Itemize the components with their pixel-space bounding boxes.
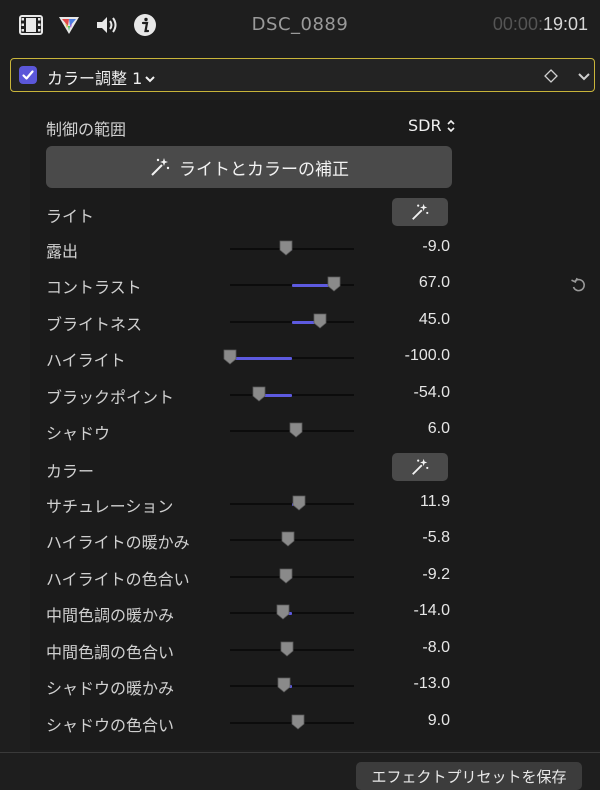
slider-handle[interactable] [313,313,327,329]
parameter-label: ハイライトの色合い [46,570,190,589]
reset-arrow-icon[interactable] [570,277,586,297]
save-effect-preset-button[interactable]: エフェクトプリセットを保存 [356,762,582,790]
parameter-value[interactable]: 67.0 [419,274,450,292]
color-wheel-icon[interactable] [56,12,82,38]
slider-handle[interactable] [252,386,266,402]
parameter-value[interactable]: 9.0 [428,712,450,730]
slider-handle[interactable] [327,276,341,292]
chevron-down-icon [144,69,156,88]
slider-handle[interactable] [281,531,295,547]
slider-track[interactable] [230,394,354,396]
parameter-label: ハイライトの暖かみ [46,533,190,552]
parameter-label: サチュレーション [46,497,174,516]
auto-light-button[interactable] [392,198,448,226]
timecode-value: 19:01 [542,14,588,34]
parameter-label: 中間色調の色合い [46,643,175,662]
parameter-label: ハイライト [46,351,126,370]
parameter-label: シャドウ [46,424,111,443]
parameter-label: 露出 [46,242,79,261]
range-popup[interactable]: SDR [408,116,456,135]
parameter-label: ブラックポイント [46,388,175,407]
info-icon[interactable] [132,12,158,38]
auto-color-button[interactable] [392,453,448,481]
parameter-value[interactable]: -9.0 [422,238,450,256]
magic-wand-icon [412,458,429,475]
toolbar-icons [18,12,158,38]
parameter-value[interactable]: -5.8 [422,529,450,547]
range-label: 制御の範囲 [46,120,127,139]
magic-wand-icon [412,203,429,220]
parameter-label: 中間色調の暖かみ [46,606,175,625]
effect-name: カラー調整 1 [47,69,143,88]
parameter-value[interactable]: -14.0 [414,602,450,620]
slider-handle[interactable] [292,495,306,511]
parameter-label: シャドウの暖かみ [46,679,175,698]
effect-enable-checkbox[interactable] [19,66,37,84]
slider-handle[interactable] [280,641,294,657]
parameter-value[interactable]: 6.0 [428,420,450,438]
auto-correct-label: ライトとカラーの補正 [179,159,349,180]
parameter-value[interactable]: 45.0 [419,311,450,329]
auto-correct-button[interactable]: ライトとカラーの補正 [46,146,452,188]
timecode-leading: 00:00: [492,14,543,34]
slider-track[interactable] [230,612,354,614]
parameter-label: シャドウの色合い [46,716,175,735]
parameter-value[interactable]: 11.9 [420,493,450,511]
effect-header[interactable]: カラー調整 1 [10,58,595,92]
section-color-label: カラー [46,462,95,481]
collapse-chevron-icon[interactable] [577,68,591,87]
slider-handle[interactable] [279,568,293,584]
speaker-icon[interactable] [94,12,120,38]
parameter-value[interactable]: -8.0 [422,639,450,657]
slider-handle[interactable] [289,422,303,438]
slider-track[interactable] [230,685,354,687]
slider-handle[interactable] [276,604,290,620]
keyframe-diamond-icon[interactable] [543,68,559,88]
slider-fill [230,356,292,360]
parameter-value[interactable]: -9.2 [422,566,450,584]
stepper-arrows-icon [447,119,455,132]
parameter-value[interactable]: -13.0 [414,675,450,693]
range-value: SDR [408,116,442,135]
slider-handle[interactable] [277,677,291,693]
parameter-value[interactable]: -100.0 [405,347,450,365]
parameter-value[interactable]: -54.0 [414,384,450,402]
parameter-label: コントラスト [46,278,142,297]
section-light-label: ライト [46,207,95,226]
inspector-toolbar: DSC_0889 00:00:19:01 [0,0,600,52]
slider-handle[interactable] [223,349,237,365]
parameter-label: ブライトネス [46,315,143,334]
effect-name-menu[interactable]: カラー調整 1 [47,65,156,89]
footer-divider [0,752,600,753]
checkmark-icon [22,70,34,80]
timecode: 00:00:19:01 [493,14,588,35]
slider-handle[interactable] [291,714,305,730]
slider-handle[interactable] [279,240,293,256]
magic-wand-icon [151,158,170,176]
film-icon[interactable] [18,12,44,38]
